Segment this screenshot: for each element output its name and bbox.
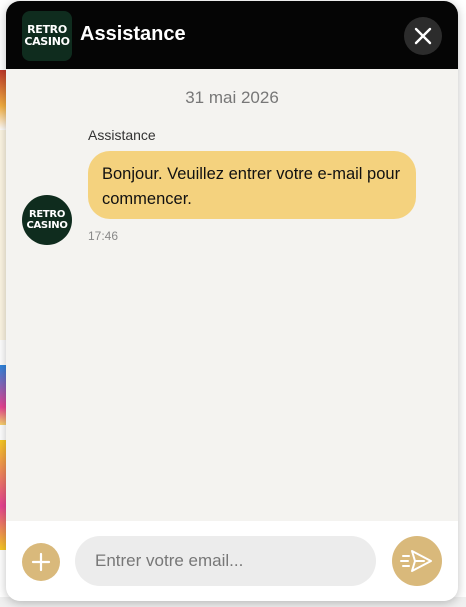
email-input[interactable] [75, 536, 376, 586]
brand-logo: RETRO CASINO [22, 11, 72, 61]
chat-header: RETRO CASINO Assistance [6, 1, 458, 69]
close-button[interactable] [404, 17, 442, 55]
chat-footer [6, 521, 458, 601]
chat-title: Assistance [80, 23, 186, 45]
message-time: 17:46 [88, 229, 119, 243]
avatar-text-line2: CASINO [26, 220, 68, 231]
send-icon [400, 550, 432, 572]
agent-avatar: RETRO CASINO [22, 195, 72, 245]
plus-icon [31, 552, 51, 572]
conversation-date: 31 mai 2026 [185, 88, 279, 107]
close-icon [414, 27, 432, 45]
attach-button[interactable] [22, 543, 60, 581]
chat-widget: RETRO CASINO Assistance 31 mai 2026 RETR… [6, 1, 458, 601]
message-bubble: Bonjour. Veuillez entrer votre e-mail po… [88, 151, 416, 219]
logo-text-line2: CASINO [24, 35, 70, 48]
send-button[interactable] [392, 536, 442, 586]
message-sender: Assistance [88, 127, 156, 143]
avatar-text-line1: RETRO [28, 209, 66, 220]
